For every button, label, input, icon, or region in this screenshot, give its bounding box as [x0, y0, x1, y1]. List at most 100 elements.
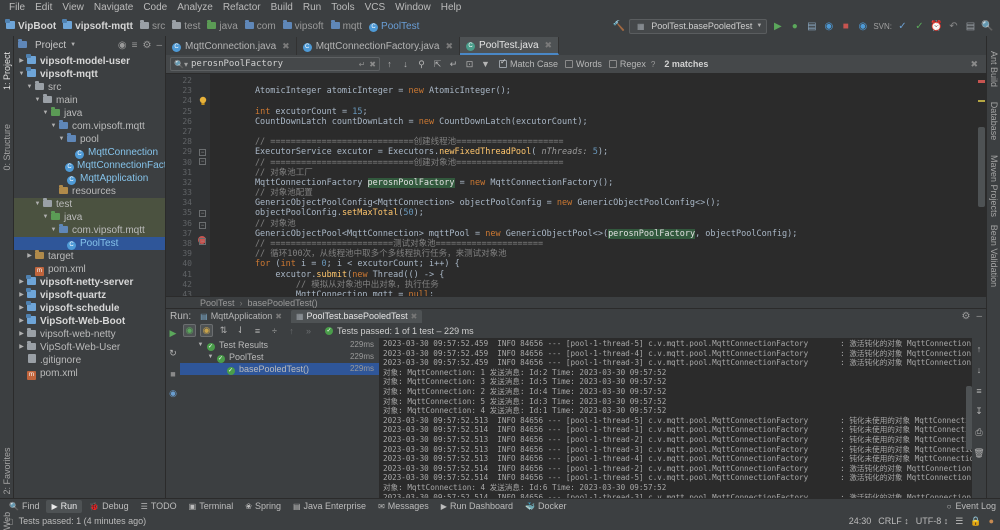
code-line[interactable] — [210, 76, 986, 86]
tree-node-vipsoft-model-user[interactable]: ▶ vipsoft-model-user — [14, 54, 165, 68]
tree-node-java[interactable]: ▼ java — [14, 107, 165, 120]
toolwindow-button-find[interactable]: 🔍 Find — [4, 500, 44, 513]
tree-node-src[interactable]: ▼ src — [14, 81, 165, 94]
sort-by-duration-icon[interactable]: ⇅ — [217, 324, 230, 337]
menu-item-build[interactable]: Build — [266, 0, 298, 16]
breadcrumb-item-vipboot[interactable]: VipBoot — [4, 18, 61, 32]
menu-item-file[interactable]: File — [4, 0, 30, 16]
rollback-icon[interactable]: ↶ — [947, 20, 960, 33]
rail-tab-project[interactable]: 1: Project — [2, 52, 12, 90]
menu-item-help[interactable]: Help — [436, 0, 467, 16]
chevron-down-icon[interactable]: ▼ — [33, 198, 42, 211]
breadcrumb-item-java[interactable]: java — [205, 19, 242, 32]
run-tab-mqtt-application[interactable]: ▤ MqttApplication ✖ — [195, 310, 287, 323]
chevron-right-icon[interactable]: ▶ — [17, 302, 26, 315]
export-icon[interactable]: ↧ — [973, 405, 986, 418]
code-line[interactable] — [210, 96, 986, 106]
run-icon[interactable]: ▶ — [771, 20, 784, 33]
toolwindow-button-docker[interactable]: 🐳 Docker — [520, 500, 571, 513]
breadcrumb-item-pooltest[interactable]: C PoolTest — [367, 20, 424, 32]
tree-node-mqttconnectionfactory[interactable]: CMqttConnectionFactory — [14, 159, 165, 172]
test-tree-node[interactable]: ▼ ✓ PoolTest 229ms — [180, 351, 379, 363]
tree-node-target[interactable]: ▶ target — [14, 250, 165, 263]
breadcrumb-class[interactable]: PoolTest — [200, 298, 235, 308]
test-tree-node[interactable]: ✓ basePooledTest() 229ms — [180, 363, 379, 375]
scroll-up-icon[interactable]: ↑ — [973, 342, 986, 355]
search-everywhere-icon[interactable]: 🔍 — [981, 20, 994, 33]
run-with-coverage-icon[interactable]: ● — [788, 20, 801, 33]
project-tree[interactable]: ▶ vipsoft-model-user ▼ vipsoft-mqtt ▼ src ▼ mai… — [14, 54, 165, 498]
run-profiler-icon[interactable]: ▤ — [805, 20, 818, 33]
inspection-icon[interactable]: ● — [989, 516, 994, 526]
toolwindow-button-run[interactable]: ▶ Run — [46, 499, 83, 513]
menu-item-navigate[interactable]: Navigate — [89, 0, 138, 16]
run-console[interactable]: 2023-03-30 09:57:52.459 INFO 84656 --- [… — [380, 338, 986, 498]
chevron-right-icon[interactable]: ▶ — [17, 341, 26, 354]
menu-item-window[interactable]: Window — [390, 0, 436, 16]
close-tab-icon[interactable]: ✖ — [282, 41, 290, 52]
code-line[interactable]: MqttConnection mqtt = null; — [210, 290, 986, 296]
chevron-right-icon[interactable]: ▶ — [17, 55, 26, 68]
toolwindow-button-terminal[interactable]: ▣ Terminal — [184, 500, 239, 513]
tree-node-test[interactable]: ▼ test — [14, 198, 165, 211]
tree-node-resources[interactable]: resources — [14, 185, 165, 198]
fold-marker[interactable]: − — [199, 158, 206, 165]
code-line[interactable]: // ========================测试对象池========… — [210, 239, 986, 249]
next-failed-icon[interactable]: ↑ — [285, 324, 298, 337]
chevron-down-icon[interactable]: ▼ — [756, 23, 762, 29]
tree-node-vipsoft-mqtt[interactable]: ▼ vipsoft-mqtt — [14, 67, 165, 81]
build-icon[interactable]: 🔨 — [612, 20, 625, 33]
code-line[interactable]: // ============================创建线程池====… — [210, 137, 986, 147]
lock-icon[interactable]: 🔒 — [970, 516, 981, 527]
toolwindow-button-run-dashboard[interactable]: ▶ Run Dashboard — [436, 500, 518, 513]
editor-tab-pooltest[interactable]: C PoolTest.java ✖ — [460, 37, 560, 55]
sort-alpha-icon[interactable]: ⇃ — [234, 324, 247, 337]
editor-breadcrumb[interactable]: PoolTest › basePooledTest() — [166, 296, 986, 308]
code-line[interactable]: GenericObjectPoolConfig<MqttConnection> … — [210, 198, 986, 208]
chevron-down-icon[interactable]: ▼ — [57, 133, 66, 146]
chevron-down-icon[interactable]: ▼ — [196, 339, 205, 351]
breadcrumb-item-mqtt[interactable]: mqtt — [329, 19, 367, 32]
close-find-icon[interactable]: ✖ — [970, 59, 982, 70]
breadcrumb-method[interactable]: basePooledTest() — [248, 298, 318, 308]
chevron-down-icon[interactable]: ▼ — [206, 351, 215, 363]
code-line[interactable]: AtomicInteger atomicInteger = new Atomic… — [210, 86, 986, 96]
tree-node-vipsoft-web-boot[interactable]: ▶ VipSoft-Web-Boot — [14, 314, 165, 328]
code-line[interactable]: objectPoolConfig.setMaxTotal(50); — [210, 208, 986, 218]
chevron-down-icon[interactable]: ▼ — [49, 120, 58, 133]
menu-item-refactor[interactable]: Refactor — [218, 0, 266, 16]
chevron-down-icon[interactable]: ▼ — [41, 107, 50, 120]
scrollbar-thumb[interactable] — [978, 127, 985, 208]
code-line[interactable]: ExecutorService excutor = Executors.newF… — [210, 147, 986, 157]
toolwindow-button-todo[interactable]: ☰ TODO — [136, 500, 182, 513]
print-icon[interactable]: ⎙ — [973, 426, 986, 439]
code-line[interactable]: // 对象池配置 — [210, 188, 986, 198]
breadcrumb-item-vipsoft[interactable]: vipsoft — [281, 19, 329, 32]
gutter-marks[interactable]: − − − − − — [196, 74, 210, 296]
clear-all-icon[interactable]: 🗑 — [973, 447, 986, 460]
tree-node-vipsoft-web-netty[interactable]: ▶ vipsoft-web-netty — [14, 328, 165, 341]
file-encoding[interactable]: UTF-8 ↕ — [916, 516, 949, 526]
rail-tab-bean-validation[interactable]: Bean Validation — [989, 225, 999, 287]
help-icon[interactable]: ? — [651, 60, 655, 69]
find-previous-icon[interactable]: ↑ — [383, 58, 396, 71]
code-line[interactable] — [210, 127, 986, 137]
match-case-checkbox[interactable]: Match Case — [499, 57, 558, 69]
soft-wrap-icon[interactable]: ≡ — [973, 384, 986, 397]
find-in-selection-icon[interactable]: ↵ — [447, 58, 460, 71]
rerun-failed-icon[interactable]: ↻ — [167, 347, 180, 360]
run-configuration-selector[interactable]: ▦ PoolTest.basePooledTest ▼ — [629, 18, 768, 34]
tree-node-pom-xml[interactable]: m pom.xml — [14, 367, 165, 380]
caret-position[interactable]: 24:30 — [849, 516, 872, 526]
fold-marker[interactable]: − — [199, 222, 206, 229]
find-next-icon[interactable]: ↓ — [399, 58, 412, 71]
tree-node-pom-xml[interactable]: m pom.xml — [14, 263, 165, 276]
code-line[interactable]: // 对象池 — [210, 219, 986, 229]
collapse-all-icon[interactable]: ÷ — [268, 324, 281, 337]
chevron-down-icon[interactable]: ▼ — [17, 68, 26, 81]
stop-icon[interactable]: ■ — [839, 20, 852, 33]
rail-tab-ant-build[interactable]: Ant Build — [989, 51, 999, 87]
breadcrumb-item-vipsoft-mqtt[interactable]: vipsoft-mqtt — [61, 18, 138, 32]
close-icon[interactable]: ✖ — [411, 312, 418, 321]
toolwindow-button-messages[interactable]: ✉ Messages — [373, 500, 434, 513]
